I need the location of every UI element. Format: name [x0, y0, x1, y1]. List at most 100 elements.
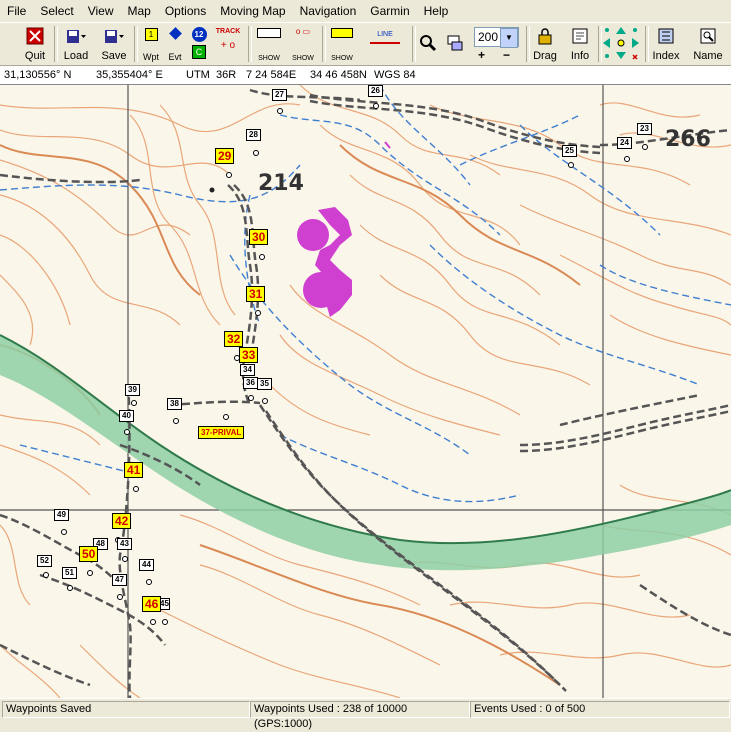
menu-garmin[interactable]: Garmin	[363, 0, 416, 22]
pan-arrows-icon	[603, 27, 639, 60]
save-icon	[105, 30, 124, 43]
quit-label: Quit	[24, 50, 46, 62]
waypoint-33[interactable]: 33	[239, 347, 259, 363]
waypoint-30[interactable]: 30	[249, 229, 269, 245]
waypoint-47[interactable]: 47	[112, 574, 127, 586]
waypoint-28[interactable]: 28	[246, 129, 261, 141]
waypoint-43[interactable]: 43	[117, 538, 132, 550]
line-button[interactable]: LINE	[360, 25, 410, 63]
zoom-in-icon[interactable]: +	[478, 48, 485, 62]
separator	[322, 26, 326, 62]
menu-bar: File Select View Map Options Moving Map …	[0, 0, 731, 23]
track-icon: + o	[220, 40, 236, 51]
waypoint-29[interactable]: 29	[215, 148, 235, 164]
menu-view[interactable]: View	[81, 0, 121, 22]
waypoint-25[interactable]: 25	[562, 145, 577, 157]
utm-label: UTM	[186, 69, 210, 81]
index-button[interactable]: Index	[649, 25, 683, 63]
evt-label: Evt	[168, 52, 182, 62]
save-button[interactable]: Save	[98, 25, 130, 63]
track-button[interactable]: TRACK + o	[212, 25, 244, 63]
event-button[interactable]: Evt	[164, 25, 186, 63]
map-canvas[interactable]: 214 266 27 26 28 25 24 23 34 36 35 39 40…	[0, 85, 731, 698]
waypoint-number-button[interactable]: 12 C	[188, 25, 210, 63]
zoom-dropdown-arrow-icon[interactable]: ▼	[500, 28, 518, 48]
load-label: Load	[63, 50, 89, 62]
name-search-icon	[700, 28, 716, 44]
load-icon	[67, 30, 86, 43]
name-label: Name	[693, 50, 723, 62]
waypoint-button[interactable]: 1 Wpt	[140, 25, 162, 63]
show-track-button[interactable]: SHOW	[328, 25, 356, 63]
waypoint-50[interactable]: 50	[79, 546, 99, 562]
elevation-label: 214	[258, 171, 304, 196]
wpt-label: Wpt	[142, 52, 159, 62]
separator	[248, 26, 252, 62]
quit-button[interactable]: Quit	[20, 25, 50, 63]
info-icon	[572, 28, 588, 44]
waypoint-42[interactable]: 42	[112, 513, 132, 529]
waypoint-52[interactable]: 52	[37, 555, 52, 567]
menu-navigation[interactable]: Navigation	[293, 0, 364, 22]
magnifier-icon	[420, 35, 437, 52]
toolbar: Quit Load Save 1 Wpt Evt 12 C TRACK + o …	[0, 23, 731, 66]
waypoint-27[interactable]: 27	[272, 89, 287, 101]
zoom-window-icon	[447, 35, 463, 51]
menu-moving-map[interactable]: Moving Map	[213, 0, 292, 22]
waypoint-44[interactable]: 44	[139, 559, 154, 571]
info-button[interactable]: Info	[565, 25, 595, 63]
zoom-out-icon[interactable]: −	[503, 48, 510, 62]
utm-easting: 7 24 584E	[246, 69, 297, 81]
longitude-readout: 35,355404° E	[96, 69, 163, 81]
pan-control[interactable]	[600, 25, 642, 63]
zoom-window-button[interactable]	[443, 25, 467, 63]
drag-label: Drag	[533, 50, 557, 62]
waypoint-35[interactable]: 35	[257, 378, 272, 390]
elevation-label-2: 266	[665, 127, 711, 152]
status-bar: Waypoints Saved Waypoints Used : 238 of …	[0, 698, 731, 730]
waypoint-24[interactable]: 24	[617, 137, 632, 149]
waypoint-number-icon: 12	[191, 27, 207, 42]
show-events-button[interactable]: o ▭ SHOW	[288, 25, 318, 63]
save-label: Save	[101, 50, 127, 62]
waypoint-49[interactable]: 49	[54, 509, 69, 521]
waypoint-26[interactable]: 26	[368, 85, 383, 97]
index-label: Index	[652, 50, 680, 62]
menu-options[interactable]: Options	[158, 0, 213, 22]
events-icon: o ▭	[295, 27, 311, 36]
name-button[interactable]: Name	[690, 25, 726, 63]
topo-map	[0, 85, 731, 698]
show-track-label: SHOW	[331, 55, 353, 62]
menu-select[interactable]: Select	[33, 0, 80, 22]
latitude-readout: 31,130556° N	[4, 69, 72, 81]
waypoint-40[interactable]: 40	[119, 410, 134, 422]
menu-file[interactable]: File	[0, 0, 33, 22]
line-label: LINE	[377, 31, 393, 38]
load-button[interactable]: Load	[60, 25, 92, 63]
waypoint-39[interactable]: 39	[125, 384, 140, 396]
waypoint-34[interactable]: 34	[240, 364, 255, 376]
separator	[134, 26, 138, 62]
event-icon	[168, 27, 182, 40]
drag-button[interactable]: Drag	[530, 25, 560, 63]
menu-help[interactable]: Help	[417, 0, 456, 22]
waypoint-38[interactable]: 38	[167, 398, 182, 410]
waypoint-41[interactable]: 41	[124, 462, 144, 478]
waypoint-37-prival[interactable]: 37-PRIVAL	[198, 426, 245, 439]
waypoint-icon: 1	[144, 28, 158, 41]
line-icon	[370, 42, 400, 44]
waypoints-used: Waypoints Used : 238 of 10000 (GPS:1000)	[250, 701, 470, 730]
waypoint-23[interactable]: 23	[637, 123, 652, 135]
route-icon	[257, 28, 281, 38]
quit-icon	[26, 27, 44, 45]
zoom-tool-button[interactable]	[416, 25, 440, 63]
track-label: TRACK	[215, 28, 241, 35]
waypoint-32[interactable]: 32	[224, 331, 244, 347]
waypoint-51[interactable]: 51	[62, 567, 77, 579]
menu-map[interactable]: Map	[121, 0, 158, 22]
waypoint-36[interactable]: 36	[243, 377, 258, 389]
waypoint-46[interactable]: 46	[142, 596, 162, 612]
show-route-button[interactable]: SHOW	[254, 25, 284, 63]
spot-height-dot	[209, 187, 215, 193]
waypoint-31[interactable]: 31	[246, 286, 266, 302]
